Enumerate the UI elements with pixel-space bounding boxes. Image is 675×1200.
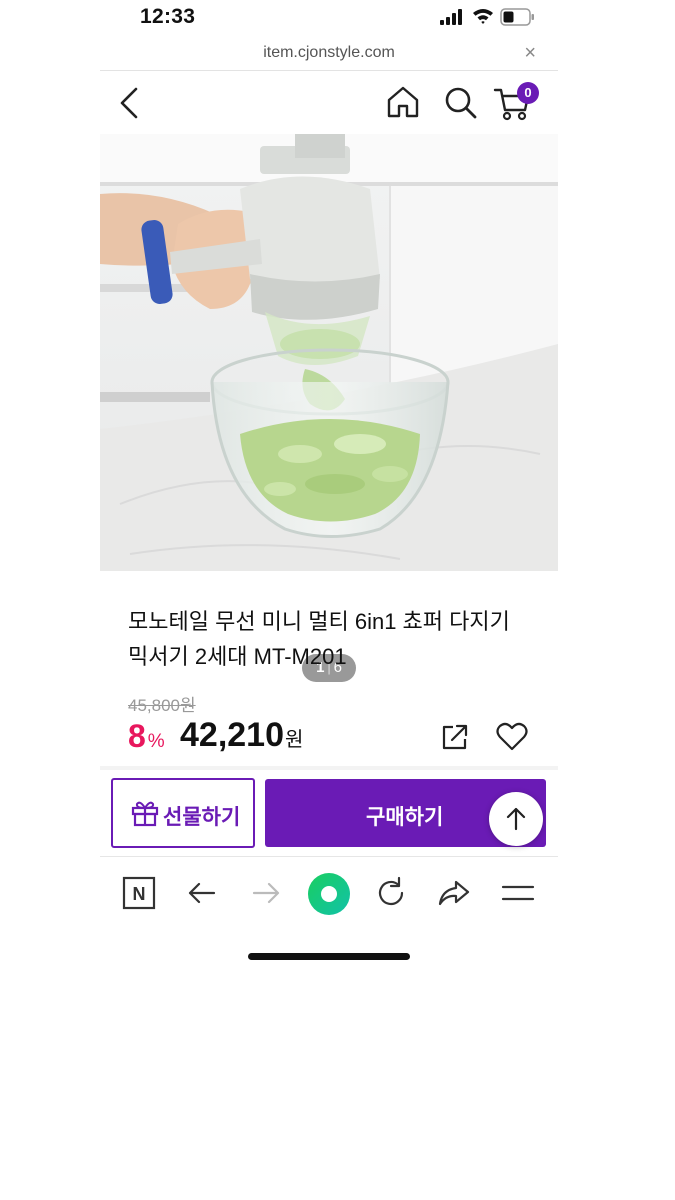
cart-count-badge: 0 bbox=[517, 82, 539, 104]
browser-forward-icon[interactable] bbox=[250, 876, 282, 910]
gift-button[interactable]: 선물하기 bbox=[111, 778, 255, 848]
discount-unit: % bbox=[147, 731, 165, 752]
product-title: 모노테일 무선 미니 멀티 6in1 쵸퍼 다지기 믹서기 2세대 MT-M20… bbox=[128, 609, 510, 669]
scroll-top-button[interactable] bbox=[489, 792, 543, 846]
share-icon[interactable] bbox=[440, 722, 470, 752]
toolbar-divider bbox=[100, 856, 558, 857]
green-dot-icon[interactable] bbox=[307, 872, 351, 916]
battery-icon bbox=[500, 8, 534, 26]
close-icon[interactable]: × bbox=[524, 42, 536, 65]
reload-icon[interactable] bbox=[374, 876, 408, 910]
back-arrow-icon[interactable] bbox=[116, 86, 142, 120]
gift-icon bbox=[131, 801, 159, 827]
mobile-screen: 12:33 item.cjonstyle.com × 0 1 | 6 모노테일 … bbox=[100, 0, 558, 970]
original-price: 45,800원 bbox=[128, 696, 196, 715]
signal-icon bbox=[440, 9, 462, 25]
wifi-icon bbox=[473, 9, 493, 24]
gift-button-label: 선물하기 bbox=[163, 806, 241, 829]
url-text[interactable]: item.cjonstyle.com bbox=[100, 44, 558, 62]
browser-back-icon[interactable] bbox=[186, 876, 218, 910]
discount-value: 8 bbox=[128, 718, 146, 754]
home-icon[interactable] bbox=[385, 85, 421, 119]
status-bar: 12:33 bbox=[100, 0, 558, 34]
discount-rate: 8% bbox=[128, 718, 165, 755]
heart-icon[interactable] bbox=[496, 722, 528, 752]
menu-icon[interactable] bbox=[500, 876, 536, 910]
status-time: 12:33 bbox=[140, 5, 196, 28]
buy-button-label: 구매하기 bbox=[366, 806, 444, 829]
section-divider bbox=[100, 766, 558, 770]
currency-unit: 원 bbox=[285, 729, 304, 751]
arrow-up-icon bbox=[506, 807, 526, 831]
share-arrow-icon[interactable] bbox=[436, 876, 472, 910]
sale-price: 42,210원 bbox=[180, 716, 303, 755]
home-indicator bbox=[248, 953, 410, 960]
naver-n-label: N bbox=[133, 884, 146, 904]
browser-url-bar: item.cjonstyle.com × bbox=[100, 38, 558, 71]
search-icon[interactable] bbox=[443, 86, 479, 120]
naver-n-icon[interactable]: N bbox=[122, 876, 156, 910]
product-image[interactable]: 1 | 6 bbox=[100, 134, 558, 682]
app-header: 0 bbox=[100, 72, 558, 134]
sale-price-value: 42,210 bbox=[180, 716, 284, 754]
product-photo-illustration bbox=[100, 134, 558, 571]
